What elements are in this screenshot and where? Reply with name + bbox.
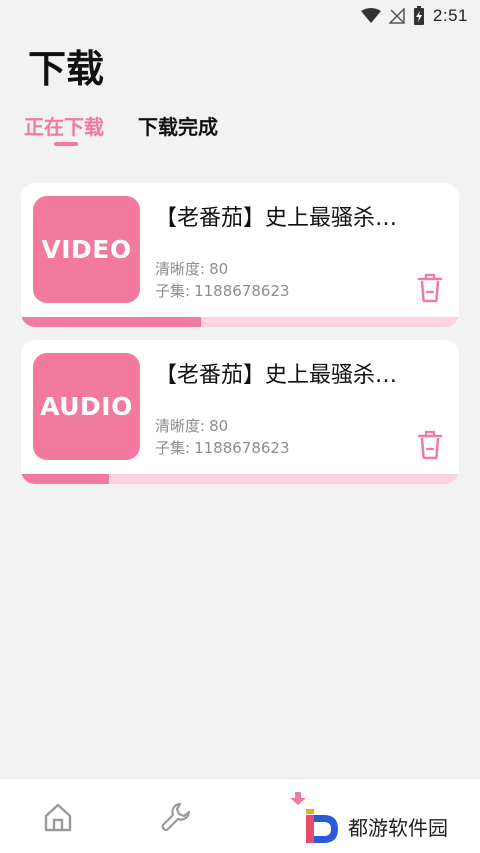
download-icon — [290, 792, 306, 805]
download-progress-fill — [21, 474, 109, 484]
audio-thumbnail: AUDIO — [33, 353, 140, 460]
tab-downloading[interactable]: 正在下载 — [24, 111, 104, 146]
tab-completed-label: 下载完成 — [138, 115, 218, 139]
trash-icon — [417, 273, 443, 303]
tab-downloading-label: 正在下载 — [24, 115, 104, 139]
d-logo-icon — [306, 809, 338, 843]
download-title: 【老番茄】史上最骚杀… — [155, 363, 398, 388]
nav-tools[interactable] — [160, 801, 192, 837]
nav-home[interactable] — [42, 801, 74, 837]
episode-label: 子集: — [155, 439, 191, 457]
quality-value: 80 — [209, 417, 229, 435]
bottom-nav: 都游软件园 — [0, 778, 480, 853]
delete-button[interactable] — [417, 430, 443, 460]
episode-value: 1188678623 — [194, 282, 290, 300]
video-thumbnail: VIDEO — [33, 196, 140, 303]
status-time: 2:51 — [432, 6, 468, 25]
watermark-text: 都游软件园 — [348, 815, 448, 840]
episode-info: 子集: 1188678623 — [155, 280, 290, 301]
episode-value: 1188678623 — [194, 439, 290, 457]
quality-label: 清晰度: — [155, 260, 206, 278]
tab-active-indicator — [54, 142, 78, 146]
episode-info: 子集: 1188678623 — [155, 437, 290, 458]
no-signal-icon — [388, 8, 405, 24]
thumbnail-label: AUDIO — [40, 392, 133, 421]
delete-button[interactable] — [417, 273, 443, 303]
tab-completed[interactable]: 下载完成 — [138, 111, 218, 140]
trash-icon — [417, 430, 443, 460]
quality-value: 80 — [209, 260, 229, 278]
download-title: 【老番茄】史上最骚杀… — [155, 206, 398, 231]
home-icon — [44, 803, 72, 832]
wrench-icon — [161, 802, 191, 832]
battery-charging-icon — [413, 6, 425, 26]
download-item[interactable]: VIDEO 【老番茄】史上最骚杀… 清晰度: 80 子集: 1188678623 — [21, 183, 459, 327]
watermark: 都游软件园 — [304, 807, 448, 845]
quality-info: 清晰度: 80 — [155, 415, 228, 436]
wifi-icon — [360, 8, 381, 24]
status-bar: 2:51 — [0, 0, 480, 32]
download-progress-fill — [21, 317, 201, 327]
quality-label: 清晰度: — [155, 417, 206, 435]
tab-bar: 正在下载 下载完成 — [24, 111, 218, 146]
episode-label: 子集: — [155, 282, 191, 300]
download-progress-bar — [21, 474, 459, 484]
download-progress-bar — [21, 317, 459, 327]
page-title: 下载 — [28, 47, 105, 91]
download-item[interactable]: AUDIO 【老番茄】史上最骚杀… 清晰度: 80 子集: 1188678623 — [21, 340, 459, 484]
thumbnail-label: VIDEO — [41, 235, 132, 264]
quality-info: 清晰度: 80 — [155, 258, 228, 279]
